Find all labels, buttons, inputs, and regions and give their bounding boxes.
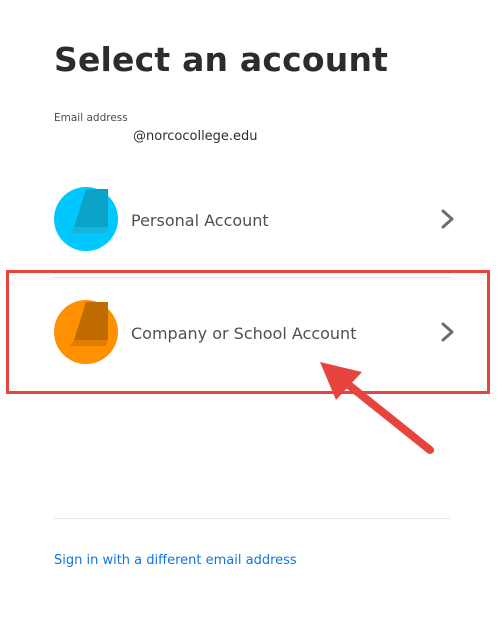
personal-account-avatar-icon (54, 187, 118, 251)
company-account-option[interactable]: Company or School Account (54, 299, 458, 373)
email-label: Email address (54, 112, 128, 124)
row-divider (54, 277, 450, 278)
company-account-label: Company or School Account (131, 324, 357, 343)
personal-account-label: Personal Account (131, 211, 269, 230)
page-title: Select an account (54, 40, 389, 79)
personal-account-option[interactable]: Personal Account (54, 186, 458, 260)
chevron-right-icon (441, 322, 454, 342)
chevron-right-icon (441, 209, 454, 229)
company-account-avatar-icon (54, 300, 118, 364)
alt-signin-link[interactable]: Sign in with a different email address (54, 553, 297, 568)
bottom-divider (54, 518, 450, 519)
email-value: @norcocollege.edu (133, 129, 258, 144)
